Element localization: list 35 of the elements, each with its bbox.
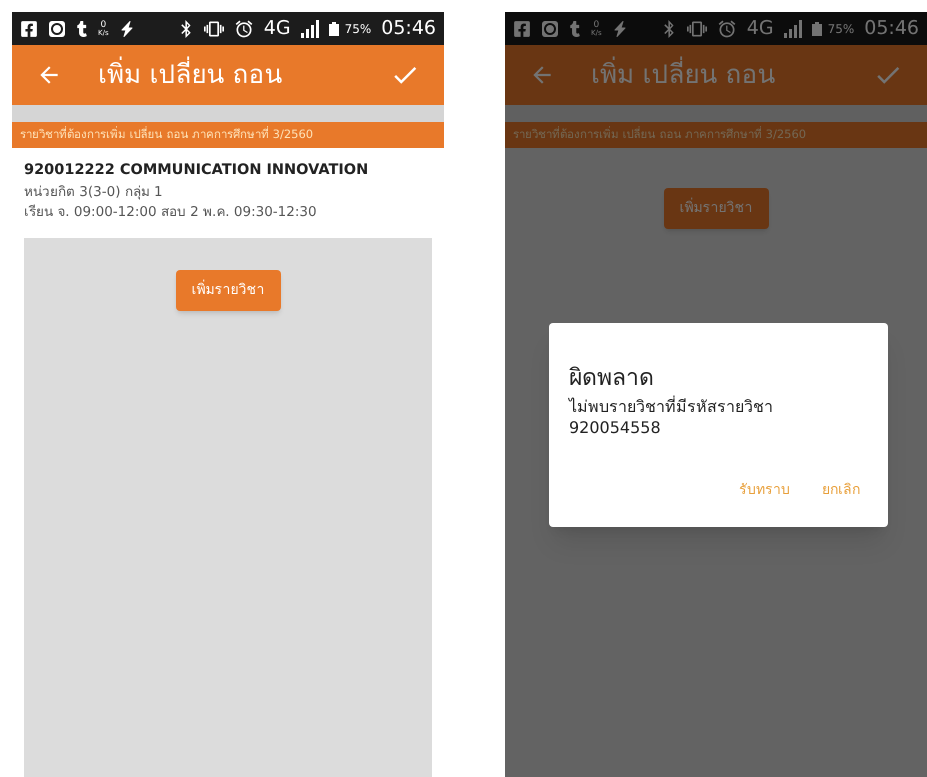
battery-percent: 75%	[344, 20, 372, 38]
add-course-button[interactable]: เพิ่มรายวิชา	[176, 270, 280, 312]
network-type: 4G	[264, 16, 291, 42]
facebook-icon	[513, 20, 531, 38]
vibrate-icon	[686, 18, 707, 38]
course-detail: เรียน จ. 09:00-12:00 สอบ 2 พ.ค. 09:30-12:30	[24, 203, 318, 222]
battery-icon	[812, 22, 822, 36]
vibrate-icon	[204, 18, 224, 38]
add-course-button[interactable]: เพิ่มรายวิชา	[664, 188, 768, 229]
speed-value: 0	[100, 20, 106, 30]
clock: 05:46	[864, 16, 919, 42]
dialog-button[interactable]: รับทราบ	[731, 476, 798, 504]
tumblr-icon	[569, 20, 581, 36]
signal-icon	[784, 20, 802, 38]
header-title: เพิ่ม เปลี่ยน ถอน	[98, 56, 354, 94]
subtitle-text: รายวิชาที่ต้องการเพิ่ม เปลี่ยน ถอน ภาคการศึกษาที่ 3/2560	[513, 126, 806, 144]
alarm-icon	[234, 18, 254, 38]
network-type: 4G	[746, 16, 774, 42]
subtitle-text: รายวิชาที่ต้องการเพิ่ม เปลี่ยน ถอน ภาคการศึกษาที่ 3/2560	[20, 126, 314, 144]
course-title: 920012222 COMMUNICATION INNOVATION	[24, 161, 370, 180]
alarm-icon	[716, 18, 737, 38]
clock: 05:46	[381, 16, 436, 42]
header-title: เพิ่ม เปลี่ยน ถอน	[591, 56, 837, 94]
dialog-message: ไม่พบรายวิชาที่มีรหัสรายวิชา 920054558	[569, 396, 774, 438]
tumblr-icon	[76, 20, 88, 36]
facebook-icon	[20, 20, 38, 38]
lightning-icon	[118, 20, 135, 36]
battery-percent: 75%	[828, 20, 854, 38]
dialog-title: ผิดพลาด	[569, 364, 655, 393]
signal-icon	[300, 20, 319, 38]
dialog-button[interactable]: ยกเลิก	[814, 476, 868, 504]
lightning-icon	[612, 20, 628, 36]
course-detail: หน่วยกิต 3(3-0) กลุ่ม 1	[24, 182, 164, 202]
speed-value: 0	[593, 20, 600, 30]
battery-icon	[328, 22, 339, 36]
